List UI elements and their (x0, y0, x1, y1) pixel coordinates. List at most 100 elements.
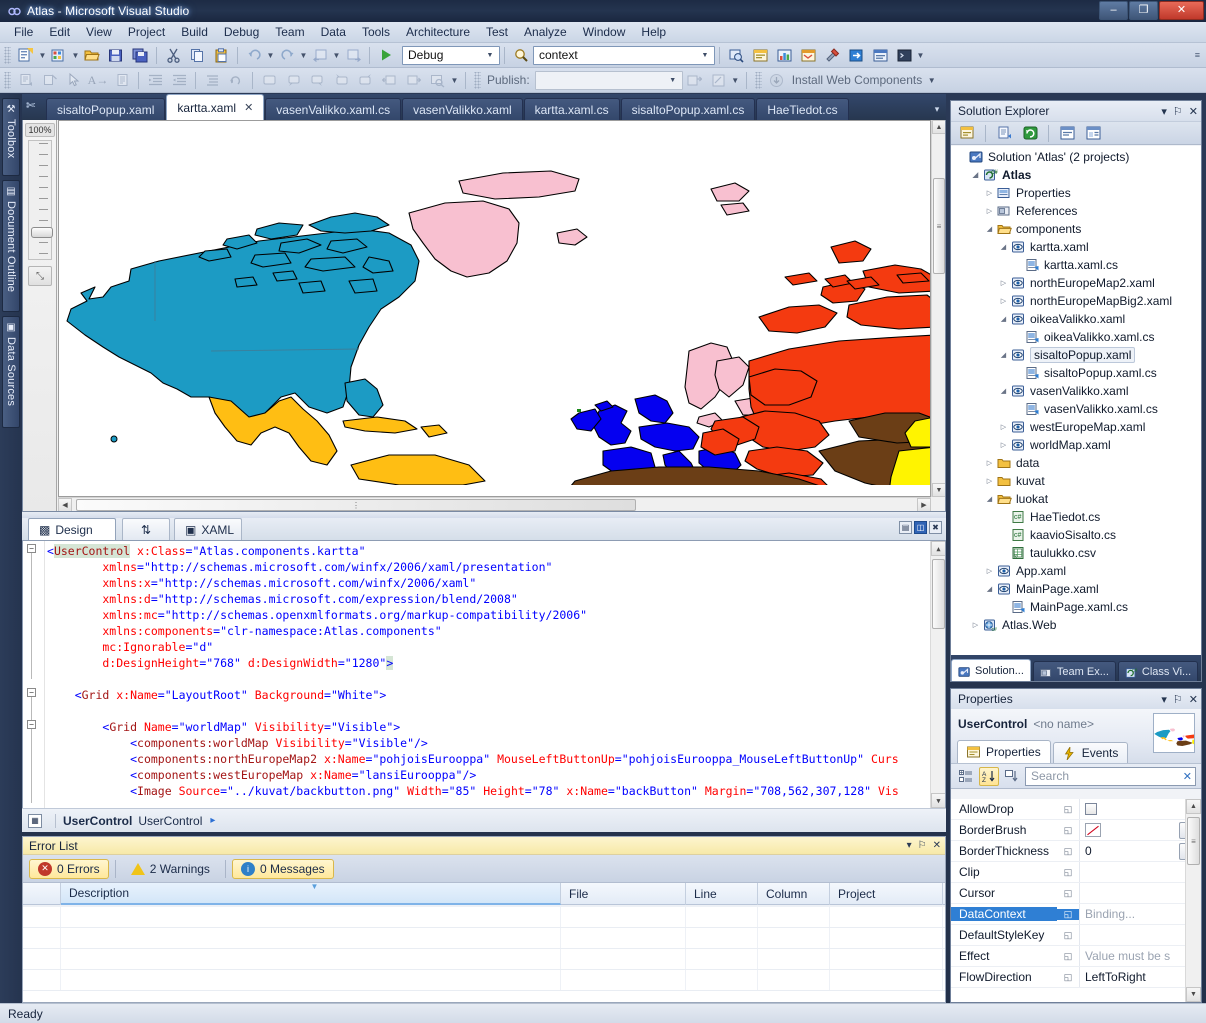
xaml-designer-surface[interactable]: 100% ⤡ ▲ ≡ ▼ ◀ ⋮ ▶ (22, 120, 946, 512)
code-line[interactable]: <components:northEuropeMap2 x:Name="pohj… (47, 751, 929, 767)
document-tab-kartta-xaml-cs[interactable]: kartta.xaml.cs (523, 98, 620, 120)
horizontal-scroll-thumb[interactable]: ⋮ (76, 499, 636, 511)
save-button[interactable] (105, 45, 127, 66)
undo-dropdown-arrow[interactable]: ▼ (266, 51, 275, 60)
table-row[interactable] (23, 928, 945, 949)
code-line[interactable]: d:DesignHeight="768" d:DesignWidth="1280… (47, 655, 929, 671)
chevron-down-icon[interactable]: ◢ (983, 583, 996, 596)
comment-selection-button[interactable] (15, 70, 37, 91)
error-filter-warning[interactable]: 2 Warnings (122, 859, 219, 879)
code-line[interactable] (47, 671, 929, 687)
property-row-allowdrop[interactable]: AllowDrop ◱ (951, 799, 1201, 820)
scroll-left-arrow[interactable]: ◀ (58, 498, 72, 511)
chevron-down-icon[interactable]: ◢ (997, 385, 1010, 398)
solution-explorer-window-button[interactable] (869, 45, 891, 66)
callout-down-left-button[interactable] (330, 70, 352, 91)
solution-configuration-combo[interactable]: Debug ▼ (402, 45, 500, 65)
vertical-split-button[interactable]: ◫ (914, 521, 927, 534)
chevron-down-icon[interactable]: ▼ (483, 47, 497, 64)
solution-explorer-dropdown-button[interactable]: ▾ (1161, 105, 1167, 118)
designer-zoom-slider[interactable] (28, 140, 53, 260)
tree-node-mainpage-xaml-cs[interactable]: MainPage.xaml.cs (951, 598, 1201, 616)
properties-scrollbar[interactable]: ▲ ≡ ▼ (1185, 799, 1201, 1002)
xaml-text-editor[interactable]: − − − <UserControl x:Class="Atlas.compon… (22, 540, 946, 809)
tools-options-button[interactable] (821, 45, 843, 66)
rectangle-tool-button[interactable] (258, 70, 280, 91)
left-dock-tab-document-outline[interactable]: ▤ Document Outline (2, 180, 20, 312)
world-map-graphic[interactable] (59, 121, 931, 485)
menu-item-team[interactable]: Team (267, 23, 312, 41)
editor-vertical-scrollbar[interactable]: ▲ ▼ (930, 541, 945, 808)
column-header-column[interactable]: Column (758, 882, 830, 905)
format-document-button[interactable] (111, 70, 133, 91)
code-line[interactable]: xmlns:components="clr-namespace:Atlas.co… (47, 623, 929, 639)
pointer-tool-button[interactable] (63, 70, 85, 91)
tree-node-app-xaml[interactable]: ▷ App.xaml (951, 562, 1201, 580)
paste-button[interactable] (210, 45, 232, 66)
property-marker-icon[interactable]: ◱ (1057, 804, 1079, 815)
document-tab-sisaltoPopup-xaml[interactable]: sisaltoPopup.xaml (46, 98, 166, 120)
cut-button[interactable] (162, 45, 184, 66)
document-tab-sisaltoPopup-xaml-cs[interactable]: sisaltoPopup.xaml.cs (620, 98, 756, 120)
categorized-sort-button[interactable] (956, 767, 976, 786)
increase-indent-button[interactable] (144, 70, 166, 91)
tree-node-haetiedot-cs[interactable]: c# HaeTiedot.cs (951, 508, 1201, 526)
error-list-rows[interactable] (23, 907, 945, 1002)
properties-tab-events[interactable]: Events (1052, 742, 1129, 763)
undo-format-button[interactable] (225, 70, 247, 91)
decrease-indent-button[interactable] (168, 70, 190, 91)
move-right-button[interactable] (402, 70, 424, 91)
scroll-down-arrow[interactable]: ▼ (932, 483, 945, 497)
zoom-fit-button[interactable]: ⤡ (28, 266, 52, 286)
minimize-button[interactable]: – (1099, 1, 1128, 20)
table-row[interactable] (23, 949, 945, 970)
left-dock-tab-data-sources[interactable]: ▣ Data Sources (2, 316, 20, 428)
error-filter-error[interactable]: ✕ 0 Errors (29, 858, 109, 879)
column-header-file[interactable]: File (561, 882, 686, 905)
tree-node-oikeavalikko-xaml[interactable]: ◢ oikeaValikko.xaml (951, 310, 1201, 328)
property-marker-icon[interactable]: ◱ (1057, 846, 1079, 857)
editor-outlining-gutter[interactable]: − − − (23, 541, 45, 808)
property-value[interactable]: 0▼ (1079, 841, 1201, 861)
tree-node-solution-atlas-2-projects-[interactable]: Solution 'Atlas' (2 projects) (951, 148, 1201, 166)
toolbar2-overflow-arrow[interactable]: ▼ (450, 76, 459, 85)
chevron-down-icon[interactable]: ◢ (997, 349, 1010, 362)
tree-node-westeuropemap-xaml[interactable]: ▷ westEuropeMap.xaml (951, 418, 1201, 436)
properties-button[interactable] (956, 123, 978, 144)
menu-item-view[interactable]: View (78, 23, 120, 41)
font-button[interactable]: A→ (87, 70, 109, 91)
menu-item-analyze[interactable]: Analyze (516, 23, 575, 41)
tree-node-kartta-xaml-cs[interactable]: kartta.xaml.cs (951, 256, 1201, 274)
property-pages-button[interactable] (1002, 767, 1022, 786)
move-left-button[interactable] (378, 70, 400, 91)
show-all-files-button[interactable] (993, 123, 1015, 144)
property-row-datacontext[interactable]: DataContext◱Binding...◢ (951, 904, 1201, 925)
publish-profile-combo[interactable]: ▼ (534, 70, 683, 90)
open-file-button[interactable] (81, 45, 103, 66)
properties-search-input[interactable]: Search ✕ (1025, 766, 1196, 786)
table-row[interactable] (23, 970, 945, 991)
scroll-up-arrow[interactable]: ▲ (932, 120, 945, 134)
tree-node-sisaltopopup-xaml-cs[interactable]: sisaltoPopup.xaml.cs (951, 364, 1201, 382)
maximize-button[interactable]: ❐ (1129, 1, 1158, 20)
menu-item-window[interactable]: Window (575, 23, 634, 41)
properties-tab-properties[interactable]: Properties (957, 740, 1051, 763)
fold-toggle-worldmap[interactable]: − (27, 720, 36, 729)
editor-scroll-up-arrow[interactable]: ▲ (931, 541, 945, 556)
chevron-down-icon[interactable]: ◢ (997, 313, 1010, 326)
publish-overflow-arrow[interactable]: ▼ (731, 76, 740, 85)
save-all-button[interactable] (129, 45, 151, 66)
vertical-scroll-thumb[interactable]: ≡ (933, 178, 945, 274)
tree-node-taulukko-csv[interactable]: Xtaulukko.csv (951, 544, 1201, 562)
command-window-button[interactable] (893, 45, 915, 66)
panel-tab-class-vi-[interactable]: c# Class Vi... (1117, 661, 1199, 681)
start-debugging-button[interactable] (375, 45, 397, 66)
code-line[interactable]: <Grid Name="worldMap" Visibility="Visibl… (47, 719, 929, 735)
breadcrumb-member[interactable]: UserControl (138, 814, 202, 828)
install-web-components-label[interactable]: Install Web Components (792, 73, 923, 87)
menu-item-file[interactable]: File (6, 23, 41, 41)
callout-right-button[interactable] (306, 70, 328, 91)
panel-tab-team-ex-[interactable]: Team Ex... (1032, 661, 1116, 681)
properties-scroll-thumb[interactable]: ≡ (1187, 817, 1200, 865)
chevron-down-icon[interactable]: ◢ (969, 169, 982, 182)
